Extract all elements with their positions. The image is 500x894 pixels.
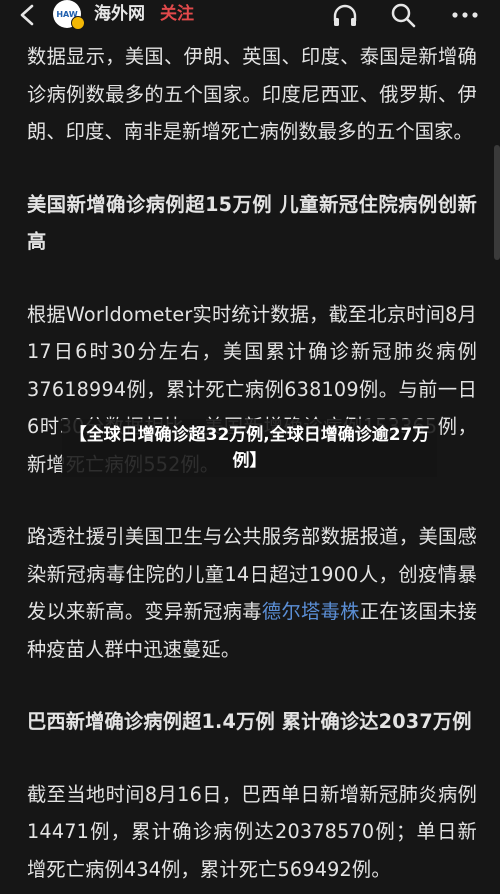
account-name[interactable]: 海外网 — [94, 3, 145, 25]
more-icon[interactable] — [450, 0, 480, 30]
back-arrow-icon[interactable] — [14, 2, 40, 28]
section-heading-brazil: 巴西新增确诊病例超1.4万例 累计确诊达2037万例 — [27, 710, 472, 733]
follow-button[interactable]: 关注 — [160, 3, 194, 25]
delta-variant-link[interactable]: 德尔塔毒株 — [262, 600, 360, 623]
section-heading-us: 美国新增确诊病例超15万例 儿童新冠住院病例创新高 — [27, 192, 477, 254]
top-navigation-bar: HAW 海外网 关注 — [0, 0, 500, 30]
paragraph-summary: 数据显示，美国、伊朗、英国、印度、泰国是新增确诊病例数最多的五个国家。印度尼西亚… — [27, 45, 477, 143]
search-icon[interactable] — [388, 0, 418, 30]
paragraph-us-children: 路透社援引美国卫生与公共服务部数据报道，美国感染新冠病毒住院的儿童14日超过19… — [27, 518, 477, 668]
scrollbar[interactable] — [494, 145, 500, 260]
headphones-icon[interactable] — [330, 0, 360, 30]
paragraph-brazil-stats: 截至当地时间8月16日，巴西单日新增新冠肺炎病例14471例，累计确诊病例达20… — [27, 782, 477, 881]
verified-badge-icon — [71, 16, 85, 30]
title-caption-overlay: 【全球日增确诊超32万例,全球日增确诊逾27万例】 — [62, 419, 437, 477]
